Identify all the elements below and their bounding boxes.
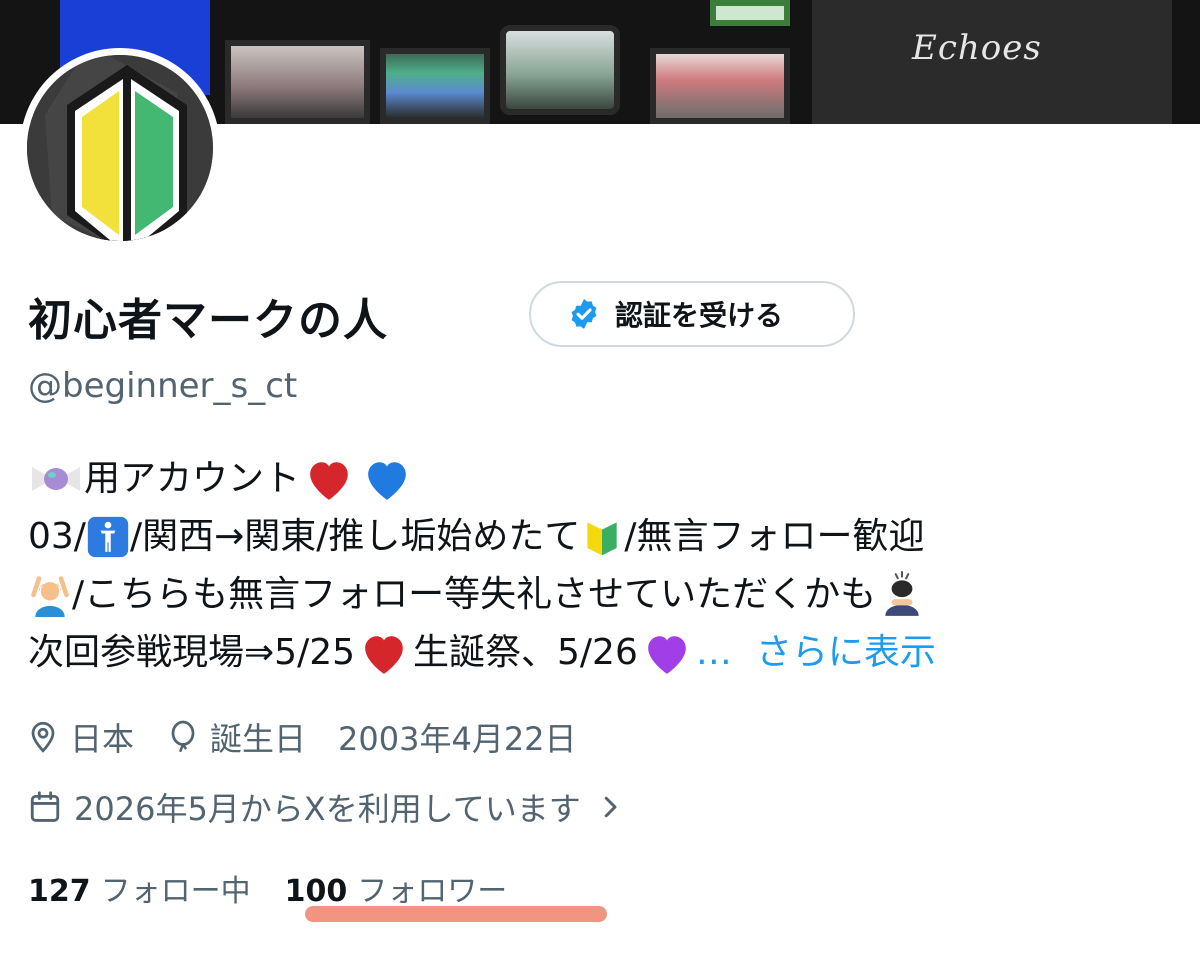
- join-date: 2026年5月からXを利用しています: [28, 784, 625, 830]
- bio-text: 次回参戦現場⇒5/25: [28, 632, 356, 673]
- bio-text: /無言フォロー歓迎: [624, 516, 925, 557]
- get-verified-label: 認証を受ける: [615, 299, 784, 332]
- following-count: 127: [28, 874, 91, 909]
- banner-tv-monitor: [500, 25, 620, 115]
- chevron-right-icon: [604, 796, 617, 818]
- standing-person-icon: [87, 516, 129, 558]
- join-date-link[interactable]: 2026年5月からXを利用しています: [28, 784, 625, 830]
- beginner-mark-emoji-icon: [587, 522, 618, 556]
- location: 日本: [28, 714, 134, 760]
- followers-highlight-underline: [305, 906, 607, 922]
- beginner-mark-icon: [27, 55, 213, 241]
- bio-text: /関西→関東/推し垢始めたて: [129, 516, 581, 557]
- follow-stats: 127 フォロー中 100 フォロワー: [28, 866, 507, 910]
- bio-line: 03/ /関西→関東/推し垢始めたて /無言フォロー歓迎: [28, 508, 1188, 566]
- following-label: フォロー中: [100, 874, 251, 909]
- birthday: 誕生日 2003年4月22日: [168, 714, 577, 760]
- balloon-icon: [171, 720, 195, 752]
- profile-bio: 用アカウント 03/ /関西→関東/推し垢始めたて /無言フォロー歓迎 /こちら…: [28, 450, 1188, 682]
- calendar-icon: [30, 791, 60, 822]
- bio-text: /こちらも無言フォロー等失礼させていただくかも: [72, 574, 877, 615]
- join-date-text: 2026年5月からXを利用しています: [74, 790, 581, 828]
- birthday-text: 誕生日 2003年4月22日: [210, 720, 577, 758]
- candy-icon: [32, 467, 80, 491]
- following-link[interactable]: 127 フォロー中: [28, 866, 251, 910]
- location-text: 日本: [70, 720, 135, 758]
- show-more-link[interactable]: さらに表示: [756, 624, 936, 682]
- profile-meta: 日本 誕生日 2003年4月22日: [28, 714, 577, 760]
- red-heart-icon: [365, 636, 403, 674]
- location-pin-icon: [31, 721, 55, 753]
- display-name: 初心者マークの人: [28, 295, 388, 346]
- followers-count: 100: [284, 874, 348, 909]
- followers-link[interactable]: 100 フォロワー: [285, 866, 508, 910]
- bio-line: /こちらも無言フォロー等失礼させていただくかも: [28, 566, 1188, 624]
- avatar[interactable]: [20, 48, 220, 248]
- bio-text: 03/: [28, 516, 86, 557]
- bio-ellipsis: …: [695, 632, 732, 673]
- banner-tv-monitor: [650, 48, 790, 124]
- verified-badge-icon: [571, 299, 597, 329]
- bio-text: 用アカウント: [84, 458, 301, 499]
- person-gesturing-ok-icon: [31, 576, 69, 617]
- blue-heart-icon: [368, 462, 406, 500]
- banner-tv-monitor: [380, 48, 490, 124]
- bio-line: 次回参戦現場⇒5/25 生誕祭、5/26 … さらに表示: [28, 624, 1188, 682]
- banner-tv-monitor: [710, 0, 790, 26]
- red-heart-icon: [310, 462, 348, 500]
- bio-text: 生誕祭、5/26: [413, 632, 638, 673]
- followers-label: フォロワー: [357, 874, 508, 909]
- banner-tv-monitor: [225, 40, 370, 124]
- person-bowing-icon: [885, 571, 919, 616]
- purple-heart-icon: [648, 636, 686, 674]
- banner-echoes-text: Echoes: [912, 28, 1042, 68]
- get-verified-button[interactable]: 認証を受ける: [529, 281, 855, 347]
- user-handle: @beginner_s_ct: [28, 366, 298, 406]
- bio-line: 用アカウント: [28, 450, 1188, 508]
